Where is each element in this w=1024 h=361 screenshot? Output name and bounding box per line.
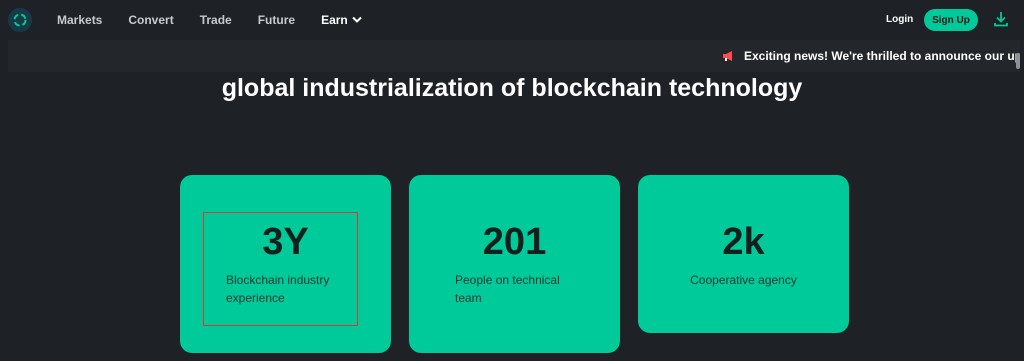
nav-earn-label: Earn: [321, 13, 348, 27]
stat-value: 201: [482, 221, 547, 263]
nav-convert[interactable]: Convert: [128, 13, 173, 27]
ticker-content: Exciting news! We're thrilled to announc…: [722, 40, 1020, 72]
chevron-down-icon: [352, 16, 362, 23]
login-link[interactable]: Login: [886, 14, 913, 25]
section-headline: global industrialization of blockchain t…: [221, 74, 803, 102]
megaphone-icon: [723, 51, 732, 61]
download-icon[interactable]: [993, 11, 1009, 27]
nav-trade[interactable]: Trade: [200, 13, 232, 27]
top-navbar: Markets Convert Trade Future Earn Login …: [0, 0, 1024, 40]
stat-label: Cooperative agency: [690, 273, 797, 287]
signup-button[interactable]: Sign Up: [924, 9, 978, 31]
main-nav: Markets Convert Trade Future Earn: [57, 0, 388, 40]
stat-label: People on technical team: [455, 273, 560, 305]
scrollbar-thumb[interactable]: [1016, 53, 1020, 69]
stat-card-team: 201 People on technical team: [409, 175, 620, 353]
announcement-ticker: Exciting news! We're thrilled to announc…: [8, 40, 1020, 72]
nav-markets[interactable]: Markets: [57, 13, 102, 27]
nav-future[interactable]: Future: [258, 13, 295, 27]
highlight-box: [203, 212, 358, 326]
stat-value: 2k: [722, 221, 765, 263]
nav-earn[interactable]: Earn: [321, 13, 362, 27]
ticker-text[interactable]: Exciting news! We're thrilled to announc…: [744, 49, 1020, 63]
stat-card-agency: 2k Cooperative agency: [638, 175, 849, 333]
brand-logo-icon[interactable]: [8, 8, 32, 32]
